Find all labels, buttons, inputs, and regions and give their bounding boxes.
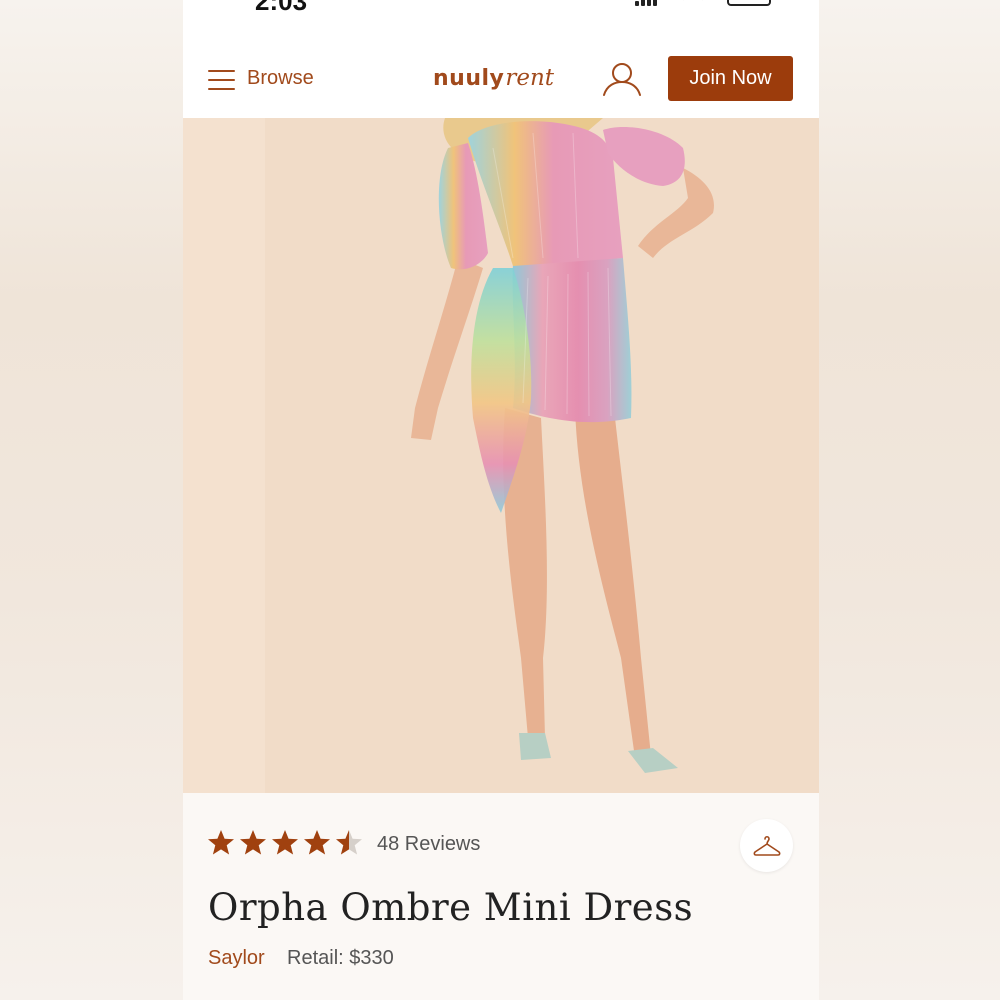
user-icon <box>603 63 641 96</box>
product-title: Orpha Ombre Mini Dress <box>208 886 694 929</box>
retail-price: Retail: $330 <box>287 947 394 969</box>
hanger-icon <box>753 835 781 856</box>
star-icon <box>272 830 298 855</box>
logo-text-italic: rent <box>505 65 555 91</box>
nuuly-rent-logo[interactable]: nuulyrent <box>433 65 554 95</box>
background-blur-right <box>819 0 1000 1000</box>
browse-menu-button[interactable]: Browse <box>208 66 338 94</box>
signal-icon <box>635 0 665 6</box>
status-bar: 2:03 <box>183 0 819 40</box>
reviews-link[interactable]: 48 Reviews <box>377 833 480 856</box>
product-image[interactable] <box>183 118 819 793</box>
phone-screen: 2:03 Browse nuulyrent Join Now 48 Review… <box>183 0 819 1000</box>
star-icon <box>208 830 234 855</box>
hamburger-icon <box>208 70 235 90</box>
top-nav: Browse nuulyrent Join Now <box>183 40 819 118</box>
status-icons <box>635 0 775 6</box>
brand-link[interactable]: Saylor <box>208 947 265 970</box>
status-time: 2:03 <box>255 0 308 16</box>
battery-icon <box>727 0 771 6</box>
wifi-icon <box>683 0 703 7</box>
add-to-closet-button[interactable] <box>740 819 793 872</box>
dress-illustration <box>411 118 714 773</box>
account-button[interactable] <box>601 60 643 98</box>
browse-label: Browse <box>247 67 314 89</box>
logo-text-bold: nuuly <box>433 66 505 91</box>
background-blur-left <box>0 0 183 1000</box>
product-info: 48 Reviews Orpha Ombre Mini Dress Saylor… <box>183 793 819 1000</box>
star-icon <box>304 830 330 855</box>
join-now-button[interactable]: Join Now <box>668 56 793 101</box>
rating-stars[interactable] <box>207 829 367 861</box>
star-icon <box>240 830 266 855</box>
star-icon <box>336 830 362 855</box>
